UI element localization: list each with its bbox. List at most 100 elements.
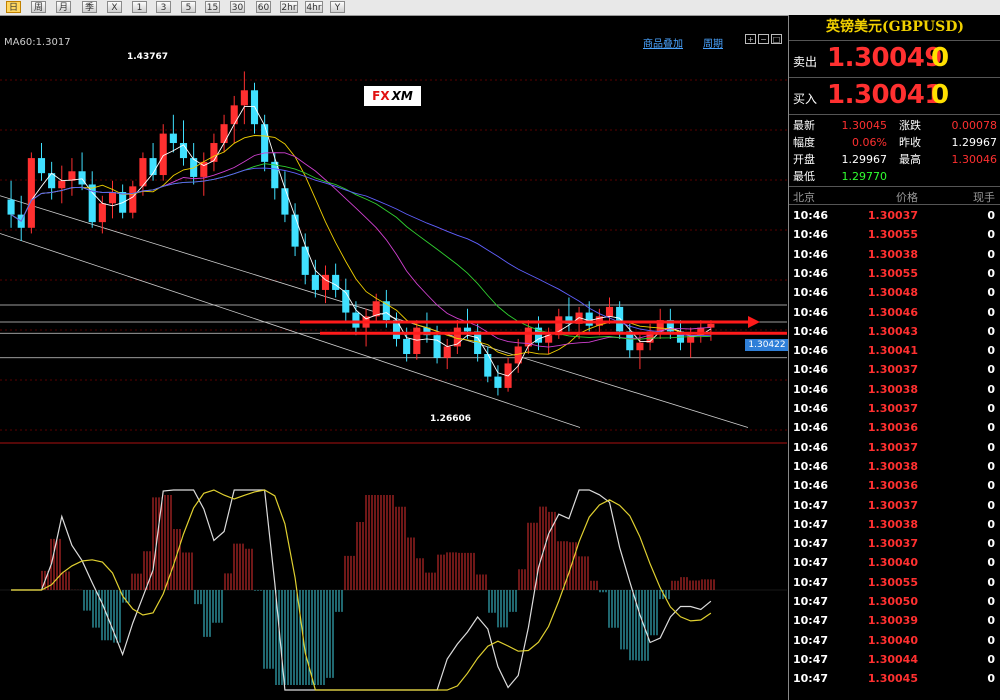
ma-line-4: [10, 167, 711, 337]
tick-row: 10:46 1.30048 0: [789, 283, 1000, 302]
period-button-4[interactable]: X: [107, 1, 122, 13]
candle-body: [58, 180, 66, 189]
low-annotation: 1.26606: [430, 414, 471, 424]
tick-time: 10:47: [793, 556, 829, 570]
tick-vol: 0: [987, 498, 995, 512]
candle-body: [585, 312, 593, 326]
candle-body: [352, 312, 360, 328]
tick-header: 北京 价格 现手: [789, 187, 1000, 205]
stat-label: 最低: [793, 170, 815, 183]
period-button-10[interactable]: 60: [256, 1, 271, 13]
tick-row: 10:46 1.30046 0: [789, 303, 1000, 322]
tick-vol: 0: [987, 479, 995, 493]
period-button-1[interactable]: 周: [31, 1, 46, 13]
stat-label: 开盘: [793, 153, 815, 166]
candle-body: [108, 192, 117, 204]
sell-pip: 0: [931, 43, 950, 73]
zoom-out-icon[interactable]: −: [758, 34, 769, 44]
tick-vol: 0: [987, 537, 995, 551]
tick-row: 10:46 1.30036 0: [789, 476, 1000, 495]
buy-label: 买入: [793, 92, 818, 106]
tick-price: 1.30050: [867, 595, 918, 608]
candle-body: [27, 158, 35, 228]
period-button-0[interactable]: 日: [6, 1, 21, 13]
period-button-2[interactable]: 月: [56, 1, 71, 13]
current-price-tag: 1.30422: [745, 339, 789, 351]
tick-time: 10:46: [793, 363, 829, 377]
tick-row: 10:46 1.30055 0: [789, 225, 1000, 244]
red-arrow-head-0: [748, 315, 760, 328]
tick-price: 1.30037: [867, 440, 918, 454]
tick-price: 1.30038: [867, 459, 918, 473]
sell-row[interactable]: 卖出 1.30049 0: [789, 41, 1000, 78]
candle-body: [220, 124, 228, 144]
period-link[interactable]: 周期: [703, 35, 723, 50]
period-button-9[interactable]: 30: [230, 1, 245, 13]
zoom-in-icon[interactable]: +: [745, 34, 756, 44]
tick-price: 1.30036: [867, 421, 918, 435]
tick-vol: 0: [987, 402, 995, 415]
sell-price: 1.30049: [827, 43, 942, 73]
candle-body: [403, 338, 411, 354]
tick-vol: 0: [987, 633, 995, 647]
period-button-3[interactable]: 季: [82, 1, 97, 13]
channel-lower: [0, 233, 581, 428]
tick-time: 10:47: [793, 498, 829, 512]
ma-line-2: [10, 152, 711, 348]
tick-row: 10:46 1.30038 0: [789, 245, 1000, 264]
tick-price: 1.30046: [867, 305, 918, 319]
buy-row[interactable]: 买入 1.30041 0: [789, 78, 1000, 115]
period-button-8[interactable]: 15: [205, 1, 220, 13]
tick-vol: 0: [987, 575, 995, 589]
tick-price: 1.30055: [867, 228, 918, 242]
stats-block: 最新 1.30045 涨跌 0.00078 幅度 0.06% 昨收 1.29967 开盘 1.29…: [789, 116, 1000, 187]
tick-row: 10:47 1.30045 0: [789, 669, 1000, 688]
tick-time: 10:47: [793, 614, 829, 628]
candle-body: [129, 186, 137, 213]
period-button-13[interactable]: Y: [330, 1, 345, 13]
tick-row: 10:47 1.30038 0: [789, 515, 1000, 534]
candle-body: [98, 203, 106, 223]
stat-label: 涨跌: [899, 119, 921, 132]
buy-price: 1.30041: [827, 80, 942, 110]
chart-area[interactable]: MA60:1.3017 商品叠加 周期 + − □ 1.43767 1.2660…: [0, 15, 789, 700]
period-button-12[interactable]: 4hr: [305, 1, 323, 13]
candle-body: [281, 188, 289, 215]
tick-price: 1.30040: [867, 633, 918, 647]
tick-time: 10:47: [793, 672, 829, 686]
tick-row: 10:46 1.30036 0: [789, 418, 1000, 437]
candle-body: [261, 124, 269, 162]
tick-time: 10:46: [793, 459, 829, 473]
tick-time: 10:47: [793, 633, 829, 647]
tick-price: 1.30048: [867, 286, 918, 300]
tick-price: 1.30041: [867, 344, 918, 358]
tick-row: 10:46 1.30037 0: [789, 206, 1000, 225]
restore-icon[interactable]: □: [771, 34, 782, 44]
candle-body: [240, 90, 248, 106]
tick-price: 1.30037: [867, 537, 918, 551]
tick-price: 1.30037: [867, 402, 918, 415]
tick-time: 10:47: [793, 652, 829, 666]
candle-body: [230, 105, 238, 125]
candle-body: [463, 327, 472, 332]
period-button-5[interactable]: 1: [132, 1, 147, 13]
tick-time: 10:46: [793, 247, 829, 261]
period-button-7[interactable]: 5: [181, 1, 196, 13]
overlay-link[interactable]: 商品叠加: [643, 35, 683, 50]
tick-time: 10:46: [793, 209, 829, 222]
candle-body: [413, 327, 421, 354]
tick-time: 10:47: [793, 517, 829, 531]
ma-line-3: [10, 163, 711, 340]
candle-body: [311, 274, 319, 290]
price-chart[interactable]: [0, 15, 787, 700]
candle-body: [616, 306, 624, 332]
tick-price: 1.30037: [867, 498, 918, 512]
ma-line-0: [10, 106, 712, 377]
period-button-6[interactable]: 3: [156, 1, 171, 13]
period-button-11[interactable]: 2hr: [280, 1, 298, 13]
tick-row: 10:46 1.30041 0: [789, 341, 1000, 360]
tick-vol: 0: [987, 228, 995, 242]
tick-time: 10:47: [793, 575, 829, 589]
tick-row: 10:46 1.30055 0: [789, 264, 1000, 283]
period-toolbar: 日周月季 X 1 3 5 15 30 60 2hr 4hr Y: [0, 0, 1000, 16]
